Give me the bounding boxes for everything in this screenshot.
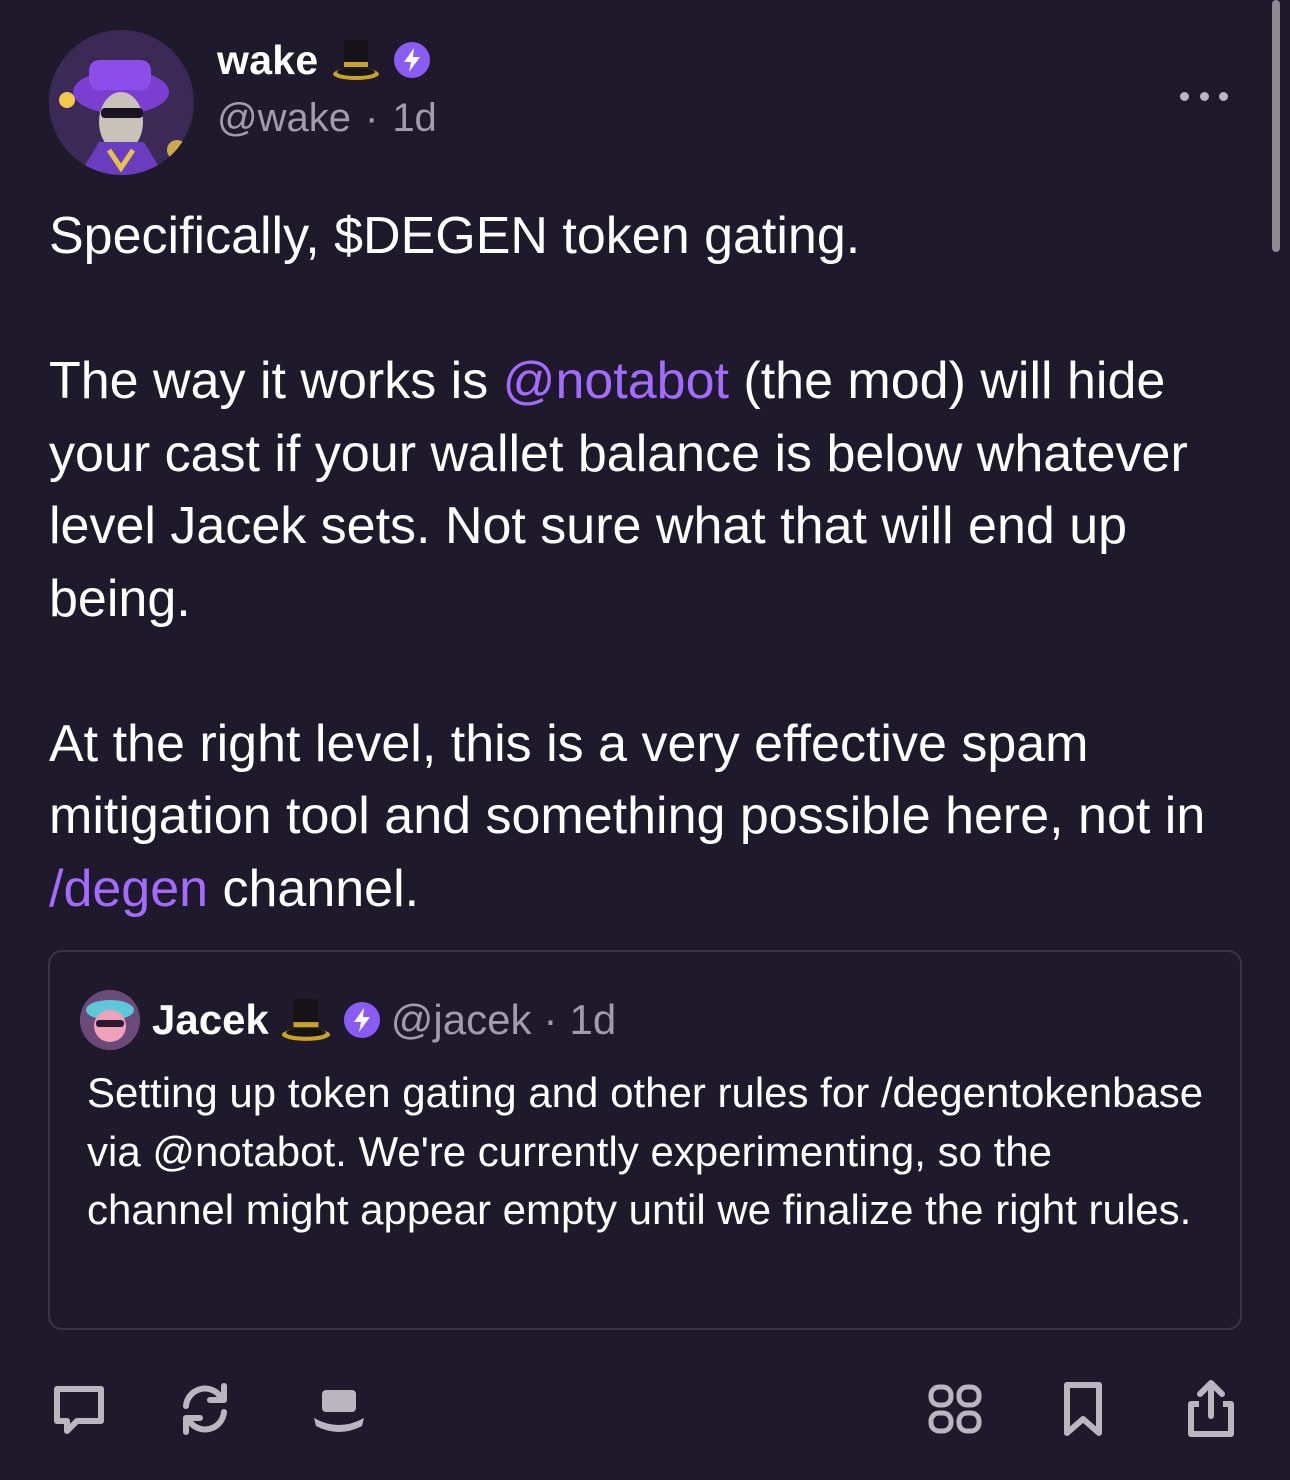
share-button[interactable]: [1180, 1378, 1242, 1440]
dot-icon: [1219, 91, 1228, 101]
author-display-name[interactable]: wake: [217, 37, 319, 84]
degen-hat-icon: [314, 1390, 364, 1432]
power-badge-icon[interactable]: [343, 1001, 381, 1039]
top-hat-icon: [279, 997, 333, 1043]
reply-button[interactable]: [48, 1378, 110, 1440]
dot-icon: [1199, 91, 1209, 101]
cast-paragraph-1: Specifically, $DEGEN token gating.: [49, 207, 861, 265]
comment-icon: [54, 1386, 104, 1434]
text-segment: At the right level, this is a very effec…: [49, 714, 1206, 846]
quote-author-avatar[interactable]: [80, 990, 140, 1050]
grid-icon: [928, 1384, 982, 1434]
cast-paragraph-3: At the right level, this is a very effec…: [49, 708, 1249, 926]
meta-separator: ·: [543, 996, 558, 1043]
apps-button[interactable]: [924, 1378, 986, 1440]
recast-icon: [183, 1383, 227, 1435]
post-time: 1d: [392, 96, 437, 140]
dot-icon: [1180, 91, 1189, 101]
scrollbar[interactable]: [1272, 0, 1280, 252]
recast-button[interactable]: [174, 1378, 236, 1440]
cast-paragraph-2: The way it works is @notabot (the mod) w…: [49, 345, 1249, 635]
author-handle[interactable]: @wake: [217, 96, 351, 141]
cast-page: wake @wake · 1d Specifically, $DEGEN tok…: [0, 0, 1290, 1480]
cast-body: Specifically, $DEGEN token gating. The w…: [49, 200, 1249, 925]
bookmark-button[interactable]: [1052, 1378, 1114, 1440]
channel-link[interactable]: /degen: [49, 860, 208, 918]
quote-author-name[interactable]: Jacek: [152, 996, 269, 1044]
quote-author-handle[interactable]: @jacek: [391, 996, 532, 1044]
quote-header: Jacek @jacek · 1d: [80, 990, 616, 1050]
power-badge-icon[interactable]: [393, 41, 431, 79]
quote-body: Setting up token gating and other rules …: [87, 1069, 1204, 1233]
top-hat-icon: [331, 38, 381, 82]
text-segment: The way it works is: [49, 352, 503, 410]
mention-link[interactable]: @notabot: [503, 352, 729, 410]
quote-time: 1d: [569, 996, 617, 1043]
author-meta: @wake · 1d: [217, 96, 437, 141]
bookmark-icon: [1064, 1382, 1102, 1436]
quote-meta: @jacek · 1d: [391, 996, 616, 1044]
tip-button[interactable]: [308, 1378, 370, 1440]
author-line: wake: [217, 32, 431, 88]
text-segment: channel.: [208, 859, 420, 918]
share-icon: [1188, 1380, 1234, 1437]
meta-separator: ·: [364, 96, 379, 140]
quoted-cast-card[interactable]: Jacek @jacek · 1d Setting up token gatin…: [48, 950, 1242, 1330]
author-avatar[interactable]: [49, 30, 194, 175]
more-options-button[interactable]: [1180, 84, 1228, 108]
